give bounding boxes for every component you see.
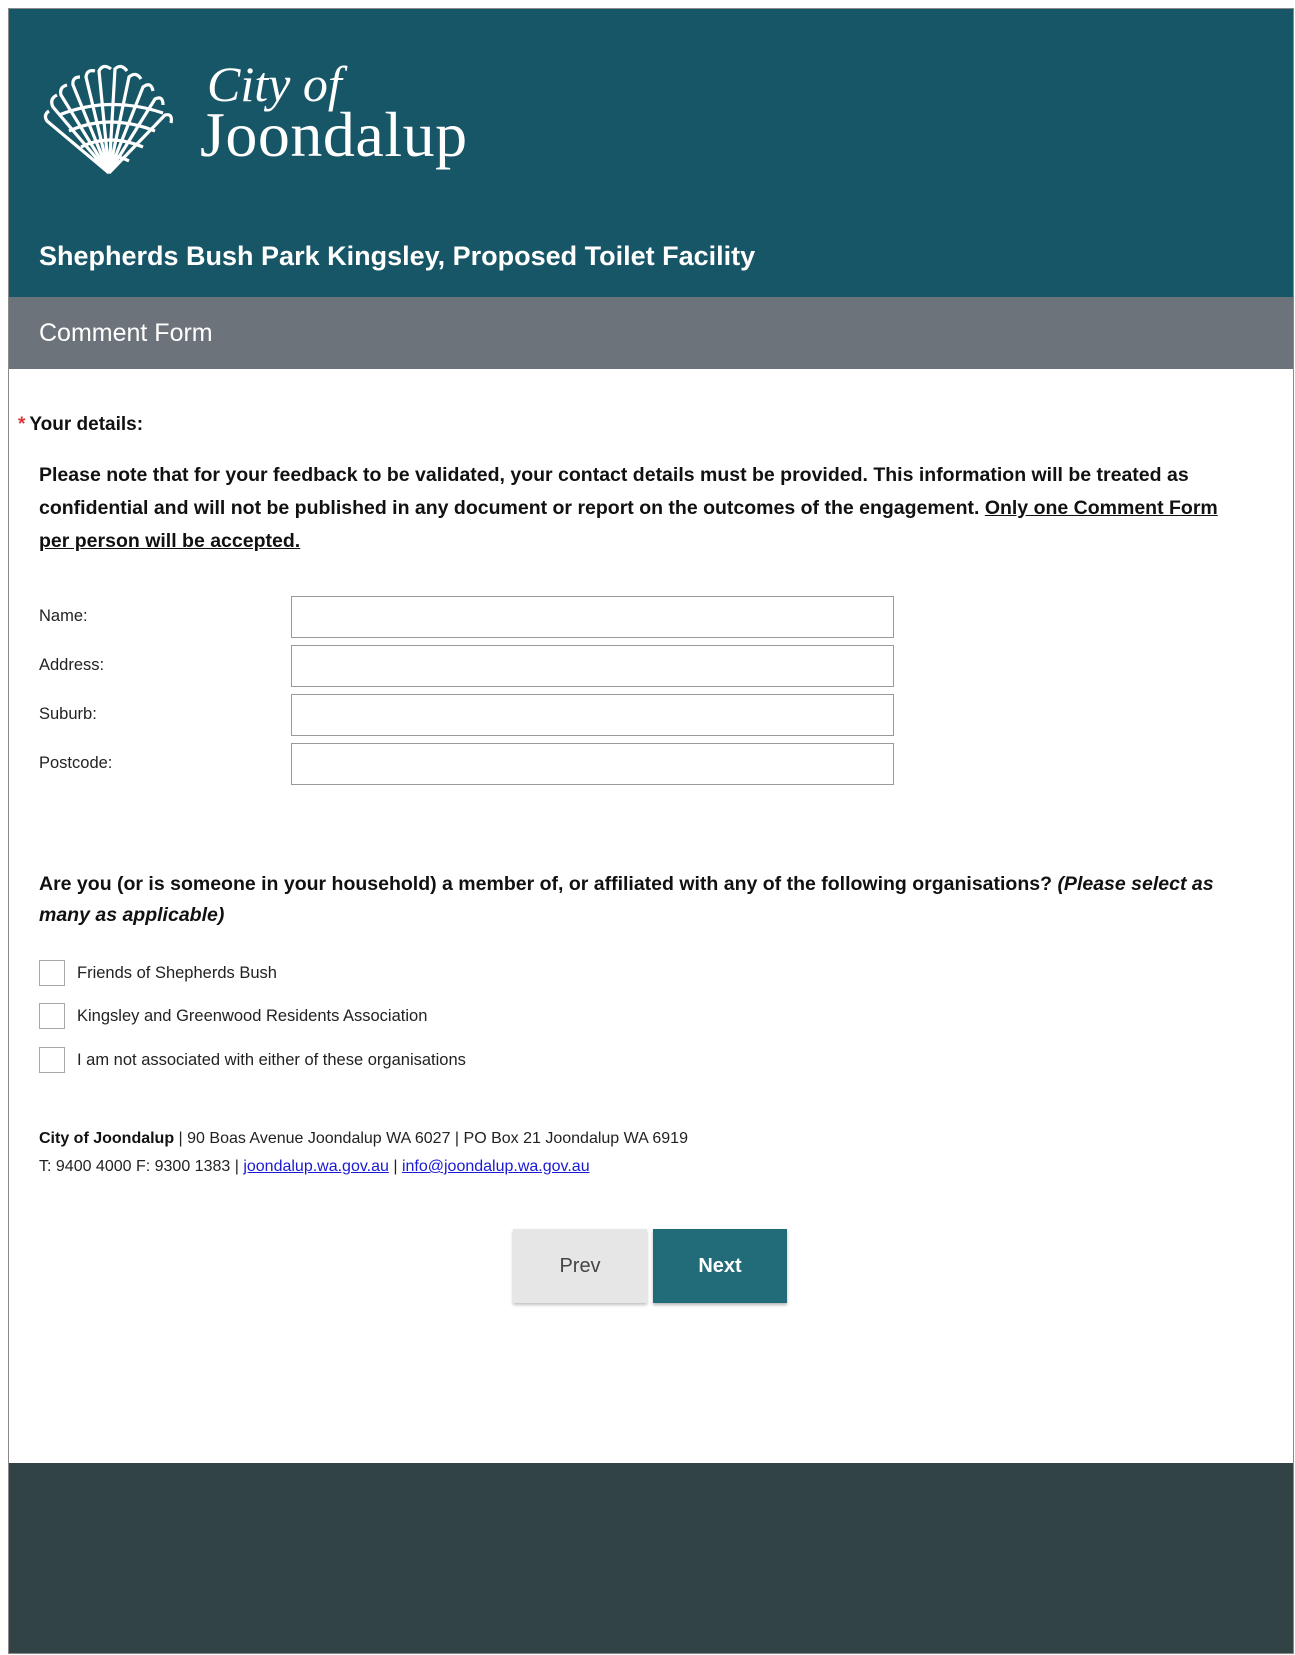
city-logo: City of Joondalup [39, 55, 539, 185]
website-link[interactable]: joondalup.wa.gov.au [243, 1158, 389, 1175]
kingsley-greenwood-residents-label: Kingsley and Greenwood Residents Associa… [77, 1007, 428, 1025]
not-associated-checkbox[interactable] [39, 1047, 65, 1073]
next-button[interactable]: Next [653, 1229, 787, 1303]
postcode-field-row: Postcode: [39, 743, 899, 785]
postcode-label: Postcode: [39, 754, 113, 772]
contact-line-address: City of Joondalup | 90 Boas Avenue Joond… [39, 1125, 688, 1153]
your-details-label: Your details: [29, 414, 144, 435]
address-label: Address: [39, 656, 105, 674]
phone-fax: T: 9400 4000 F: 9300 1383 | [39, 1158, 244, 1175]
suburb-input[interactable] [291, 694, 894, 736]
org-name: City of Joondalup [39, 1130, 175, 1147]
affiliation-question: Are you (or is someone in your household… [39, 869, 1259, 931]
form-page: City of Joondalup Shepherds Bush Park Ki… [8, 8, 1294, 1654]
address-field-row: Address: [39, 645, 899, 687]
option-not-associated[interactable]: I am not associated with either of these… [39, 1047, 739, 1075]
option-friends-of-shepherds-bush[interactable]: Friends of Shepherds Bush [39, 960, 739, 988]
friends-of-shepherds-bush-label: Friends of Shepherds Bush [77, 964, 277, 982]
header-banner: City of Joondalup Shepherds Bush Park Ki… [9, 9, 1293, 297]
prev-button[interactable]: Prev [513, 1229, 647, 1303]
palm-frond-logo-icon [43, 64, 173, 175]
name-label: Name: [39, 607, 88, 625]
option-kingsley-greenwood-residents[interactable]: Kingsley and Greenwood Residents Associa… [39, 1003, 739, 1031]
affiliation-question-text: Are you (or is someone in your household… [39, 873, 1058, 895]
form-title-bar: Comment Form [9, 297, 1293, 369]
email-link[interactable]: info@joondalup.wa.gov.au [402, 1158, 590, 1175]
postcode-input[interactable] [291, 743, 894, 785]
suburb-field-row: Suburb: [39, 694, 899, 736]
contact-info: City of Joondalup | 90 Boas Avenue Joond… [39, 1125, 688, 1181]
required-marker: * [18, 414, 26, 435]
privacy-notice: Please note that for your feedback to be… [39, 459, 1249, 558]
kingsley-greenwood-residents-checkbox[interactable] [39, 1003, 65, 1029]
address-input[interactable] [291, 645, 894, 687]
not-associated-label: I am not associated with either of these… [77, 1051, 466, 1069]
postal-address: | 90 Boas Avenue Joondalup WA 6027 | PO … [174, 1130, 688, 1147]
logo-text-joondalup: Joondalup [200, 99, 468, 170]
contact-line-phone: T: 9400 4000 F: 9300 1383 | joondalup.wa… [39, 1153, 688, 1181]
friends-of-shepherds-bush-checkbox[interactable] [39, 960, 65, 986]
name-input[interactable] [291, 596, 894, 638]
your-details-heading: * Your details: [18, 413, 143, 437]
name-field-row: Name: [39, 596, 899, 638]
page-title: Shepherds Bush Park Kingsley, Proposed T… [39, 241, 756, 271]
contact-separator: | [388, 1158, 402, 1175]
form-title: Comment Form [39, 319, 213, 347]
suburb-label: Suburb: [39, 705, 97, 723]
page-footer [9, 1463, 1293, 1653]
